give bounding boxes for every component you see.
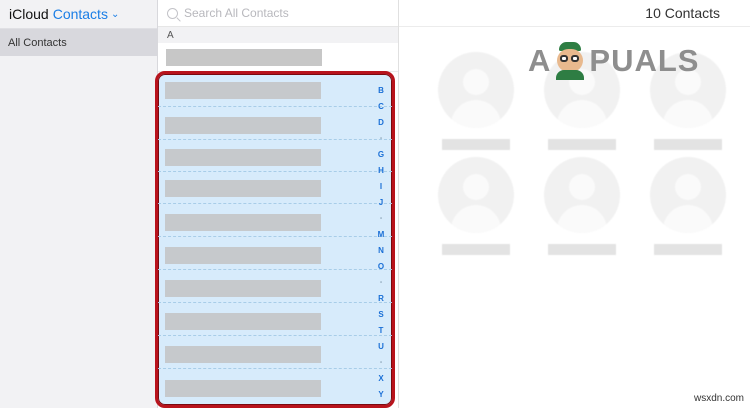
- list-item[interactable]: [158, 171, 392, 204]
- index-letter[interactable]: S: [374, 307, 388, 323]
- redacted-name: [654, 244, 722, 255]
- contact-card[interactable]: [431, 52, 521, 150]
- index-letter[interactable]: M: [374, 227, 388, 243]
- index-separator: •: [379, 216, 383, 222]
- section-letter: A: [167, 29, 174, 41]
- redacted-name: [165, 117, 321, 134]
- index-separator: •: [379, 280, 383, 286]
- redacted-name: [165, 82, 321, 99]
- chevron-down-icon: ⌄: [110, 8, 120, 20]
- index-separator: •: [379, 136, 383, 142]
- avatar: [650, 157, 726, 233]
- list-item[interactable]: [158, 203, 392, 237]
- appuals-logo: A PUALS: [528, 42, 699, 80]
- sidebar: iCloud Contacts ⌄ All Contacts: [0, 0, 158, 408]
- redacted-name: [165, 149, 321, 166]
- index-letter[interactable]: Y: [374, 387, 388, 403]
- sidebar-item-label: All Contacts: [8, 36, 67, 49]
- app-label: Contacts: [52, 6, 108, 22]
- redacted-name: [165, 346, 321, 363]
- index-letter[interactable]: R: [374, 291, 388, 307]
- list-item[interactable]: [158, 302, 392, 336]
- redacted-name: [442, 139, 510, 150]
- brand-label: iCloud: [9, 6, 49, 22]
- redacted-name: [442, 244, 510, 255]
- index-letter[interactable]: B: [374, 83, 388, 99]
- list-item[interactable]: [158, 74, 392, 106]
- redacted-name: [654, 139, 722, 150]
- search-icon: [167, 7, 178, 19]
- avatar: [438, 157, 514, 233]
- list-item[interactable]: [158, 43, 398, 72]
- redacted-name: [165, 214, 321, 231]
- list-item[interactable]: [158, 236, 392, 270]
- detail-header: 10 Contacts: [399, 0, 750, 27]
- index-letter[interactable]: I: [374, 179, 388, 195]
- index-letter[interactable]: J: [374, 195, 388, 211]
- index-letter[interactable]: N: [374, 243, 388, 259]
- redacted-name: [548, 244, 616, 255]
- list-item[interactable]: [158, 368, 392, 409]
- redacted-name: [165, 180, 321, 197]
- index-letter[interactable]: D: [374, 115, 388, 131]
- index-letter[interactable]: C: [374, 99, 388, 115]
- index-letter[interactable]: X: [374, 371, 388, 387]
- list-item[interactable]: [158, 106, 392, 140]
- logo-text-right: PUALS: [589, 43, 700, 78]
- redacted-name: [166, 49, 322, 66]
- app-title: iCloud Contacts ⌄: [0, 0, 157, 29]
- list-item[interactable]: [158, 335, 392, 369]
- avatar: [438, 52, 514, 128]
- contact-card[interactable]: [537, 157, 627, 255]
- mascot-icon: [553, 42, 587, 80]
- search-input[interactable]: [184, 6, 384, 20]
- index-separator: •: [379, 360, 383, 366]
- redacted-name: [165, 247, 321, 264]
- index-letter[interactable]: H: [374, 163, 388, 179]
- contact-card[interactable]: [431, 157, 521, 255]
- avatar: [544, 157, 620, 233]
- redacted-name: [165, 313, 321, 330]
- redacted-name: [165, 380, 321, 397]
- index-letter[interactable]: G: [374, 147, 388, 163]
- section-header: A: [158, 27, 398, 43]
- sidebar-item-all-contacts[interactable]: All Contacts: [0, 29, 157, 56]
- contact-card[interactable]: [643, 157, 733, 255]
- redacted-name: [165, 280, 321, 297]
- contact-count: 10 Contacts: [645, 5, 720, 21]
- app-menu-button[interactable]: Contacts ⌄: [53, 6, 120, 22]
- alphabet-index[interactable]: B C D • G H I J • M N O • R S T U • X Y: [374, 83, 388, 403]
- site-watermark: wsxdn.com: [693, 393, 744, 404]
- index-letter[interactable]: T: [374, 323, 388, 339]
- list-item[interactable]: [158, 139, 392, 172]
- index-letter[interactable]: O: [374, 259, 388, 275]
- list-item[interactable]: [158, 269, 392, 303]
- logo-text-left: A: [528, 43, 552, 78]
- search-bar: [158, 0, 398, 27]
- index-letter[interactable]: U: [374, 339, 388, 355]
- redacted-name: [548, 139, 616, 150]
- highlighted-contacts-block: B C D • G H I J • M N O • R S T U • X Y: [155, 71, 395, 408]
